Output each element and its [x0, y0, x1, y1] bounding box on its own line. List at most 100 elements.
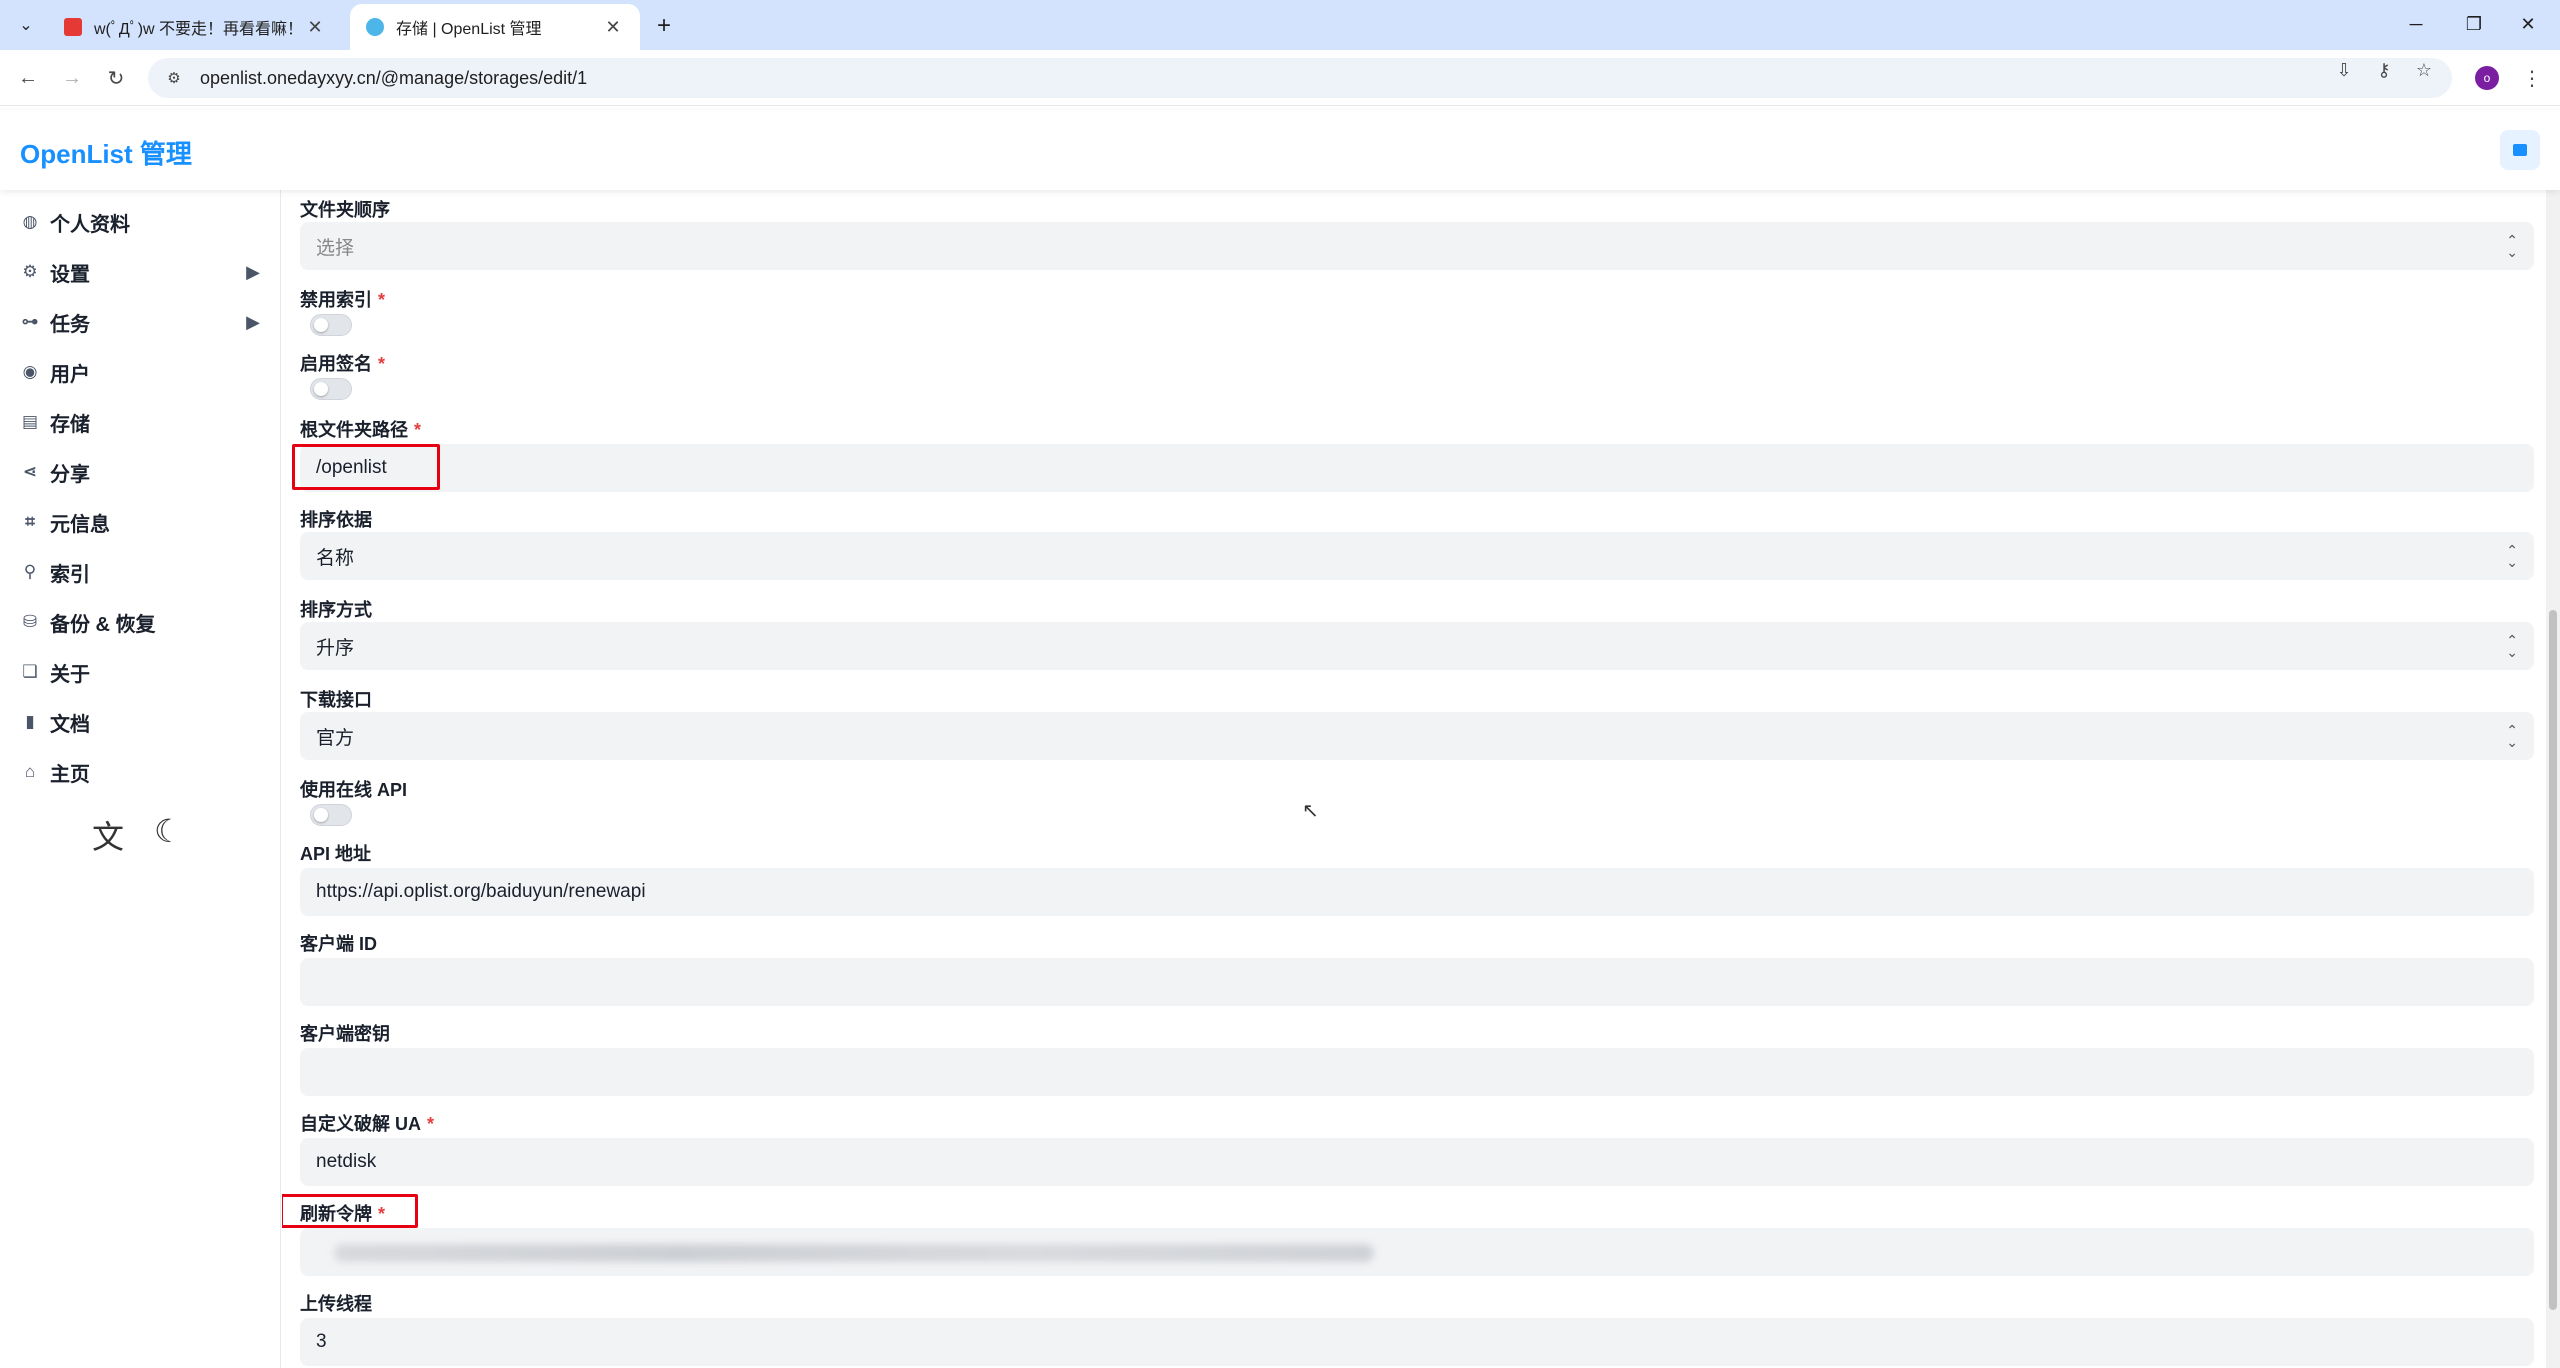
sidebar-item-share[interactable]: ⋖ 分享 [20, 452, 260, 492]
root-path-input[interactable]: /openlist [300, 444, 2534, 492]
sidebar-item-meta[interactable]: ⌗ 元信息 [20, 502, 260, 542]
sidebar-item-label: 主页 [50, 763, 90, 786]
new-tab-plus-icon[interactable]: + [650, 12, 678, 40]
browser-menu-icon[interactable]: ⋮ [2518, 64, 2546, 92]
sidebar-item-tasks[interactable]: ⊶ 任务 ▶ [20, 302, 261, 342]
select-arrows-icon: ⌃ ⌄ [2506, 232, 2518, 260]
book-icon: ▮ [25, 712, 35, 731]
select-arrows-icon: ⌃ ⌄ [2506, 632, 2518, 660]
share-icon: ⋖ [22, 462, 38, 481]
translate-icon[interactable]: 文 [92, 812, 124, 858]
database-icon: ⛁ [22, 612, 38, 631]
app-brand-title[interactable]: OpenList 管理 [20, 134, 192, 171]
sidebar-item-profile[interactable]: ◍ 个人资料 [20, 202, 260, 242]
root-path-label: 根文件夹路径 * [300, 420, 422, 440]
site-settings-icon[interactable]: ⚙ [162, 69, 186, 87]
input-value: netdisk [316, 1151, 377, 1172]
custom-ua-input[interactable]: netdisk [300, 1138, 2534, 1186]
order-direction-label: 排序方式 [300, 600, 372, 620]
password-key-icon[interactable]: ⚷ [2370, 58, 2398, 82]
sidebar-item-label: 索引 [50, 563, 90, 586]
forward-arrow-icon[interactable]: → [58, 64, 86, 92]
enable-sign-toggle[interactable] [310, 378, 352, 400]
sidebar-item-label: 设置 [50, 263, 90, 286]
input-value: 3 [316, 1331, 327, 1352]
reload-icon[interactable]: ↻ [102, 64, 130, 92]
browser-tab-1[interactable]: w(ﾟДﾟ)w 不要走！再看看嘛！ ✕ [48, 4, 342, 50]
download-api-label: 下载接口 [300, 690, 372, 710]
input-value: https://api.oplist.org/baiduyun/renewapi [316, 881, 646, 902]
sidebar-item-home[interactable]: ⌂ 主页 [20, 752, 260, 792]
chat-icon: ❏ [22, 662, 38, 681]
redacted-token-value [334, 1244, 1374, 1262]
header-action-button[interactable] [2500, 130, 2540, 170]
input-value: /openlist [316, 457, 387, 478]
back-arrow-icon[interactable]: ← [14, 64, 42, 92]
enable-sign-label: 启用签名 * [300, 354, 386, 374]
folder-order-select[interactable]: 选择 ⌃ ⌄ [300, 222, 2534, 270]
window-close-icon[interactable]: ✕ [2508, 8, 2548, 40]
tab-favicon-icon [366, 18, 384, 36]
sidebar-item-label: 用户 [50, 363, 90, 386]
sidebar-menu: ◍ 个人资料 ⚙ 设置 ▶ ⊶ 任务 ▶ ◉ 用户 ▤ 存储 ⋖ 分享 ⌗ 元信… [0, 190, 281, 1368]
restore-icon[interactable]: ❐ [2454, 8, 2494, 40]
select-value: 名称 [316, 547, 355, 569]
sidebar-item-label: 任务 [50, 313, 90, 336]
custom-ua-label: 自定义破解 UA * [300, 1114, 435, 1134]
sidebar-item-docs[interactable]: ▮ 文档 [20, 702, 260, 742]
select-value: 官方 [316, 727, 355, 749]
order-by-select[interactable]: 名称 ⌃ ⌄ [300, 532, 2534, 580]
sidebar-item-label: 个人资料 [50, 213, 130, 236]
exit-icon [2513, 144, 2527, 156]
bookmark-star-icon[interactable]: ☆ [2410, 58, 2438, 82]
app-header: OpenList 管理 [0, 110, 2560, 190]
folder-order-label: 文件夹顺序 [300, 200, 390, 220]
moon-icon[interactable]: ☾ [154, 812, 183, 858]
tab-title: w(ﾟДﾟ)w 不要走！再看看嘛！ [94, 21, 304, 38]
sidebar-item-label: 关于 [50, 663, 90, 686]
profile-avatar[interactable]: o [2475, 66, 2499, 90]
order-direction-select[interactable]: 升序 ⌃ ⌄ [300, 622, 2534, 670]
tab-search-chevron-icon[interactable]: ⌄ [12, 12, 40, 38]
select-arrows-icon: ⌃ ⌄ [2506, 722, 2518, 750]
use-online-api-toggle[interactable] [310, 804, 352, 826]
user-circle-icon: ◉ [22, 362, 38, 381]
browser-tab-2-active[interactable]: 存储 | OpenList 管理 ✕ [350, 4, 640, 50]
url-text[interactable]: openlist.onedayxyy.cn/@manage/storages/e… [200, 68, 587, 89]
client-secret-input[interactable] [300, 1048, 2534, 1096]
caret-right-icon: ▶ [246, 311, 260, 332]
api-address-label: API 地址 [300, 844, 372, 864]
sidebar-item-storage[interactable]: ▤ 存储 [20, 402, 260, 442]
user-profile-icon: ◍ [22, 212, 38, 231]
address-bar[interactable]: ⚙ openlist.onedayxyy.cn/@manage/storages… [148, 58, 2452, 98]
order-by-label: 排序依据 [300, 510, 372, 530]
page-scrollbar[interactable] [2546, 190, 2560, 1368]
tab-title: 存储 | OpenList 管理 [396, 21, 542, 38]
api-address-input[interactable]: https://api.oplist.org/baiduyun/renewapi [300, 868, 2534, 916]
sidebar-item-backup[interactable]: ⛁ 备份 & 恢复 [20, 602, 260, 642]
storage-icon: ▤ [21, 412, 39, 431]
use-online-api-label: 使用在线 API [300, 780, 408, 800]
install-app-icon[interactable]: ⇩ [2330, 58, 2358, 82]
sidebar-item-users[interactable]: ◉ 用户 [20, 352, 260, 392]
refresh-token-input[interactable] [300, 1228, 2534, 1276]
client-id-input[interactable] [300, 958, 2534, 1006]
scrollbar-thumb[interactable] [2549, 610, 2557, 1310]
meta-icon: ⌗ [25, 512, 35, 531]
close-tab-icon[interactable]: ✕ [304, 16, 326, 38]
download-api-select[interactable]: 官方 ⌃ ⌄ [300, 712, 2534, 760]
gear-icon: ⚙ [22, 262, 38, 281]
sidebar-item-label: 元信息 [50, 513, 110, 536]
close-tab-icon[interactable]: ✕ [602, 16, 624, 38]
tab-favicon-icon [64, 18, 82, 36]
storage-edit-form: 文件夹顺序 选择 ⌃ ⌄ 禁用索引 * 启用签名 * 根文件夹路径 * /openlis… [282, 190, 2544, 1368]
home-icon: ⌂ [24, 762, 36, 781]
minimize-icon[interactable]: ─ [2396, 8, 2436, 40]
sidebar-item-label: 备份 & 恢复 [50, 613, 156, 636]
sidebar-item-about[interactable]: ❏ 关于 [20, 652, 260, 692]
sidebar-item-settings[interactable]: ⚙ 设置 ▶ [20, 252, 260, 292]
sidebar-item-index[interactable]: ⚲ 索引 [20, 552, 260, 592]
browser-tab-bar: ⌄ w(ﾟДﾟ)w 不要走！再看看嘛！ ✕ 存储 | OpenList 管理 ✕… [0, 0, 2560, 50]
disable-index-toggle[interactable] [310, 314, 352, 336]
upload-threads-input[interactable]: 3 [300, 1318, 2534, 1366]
